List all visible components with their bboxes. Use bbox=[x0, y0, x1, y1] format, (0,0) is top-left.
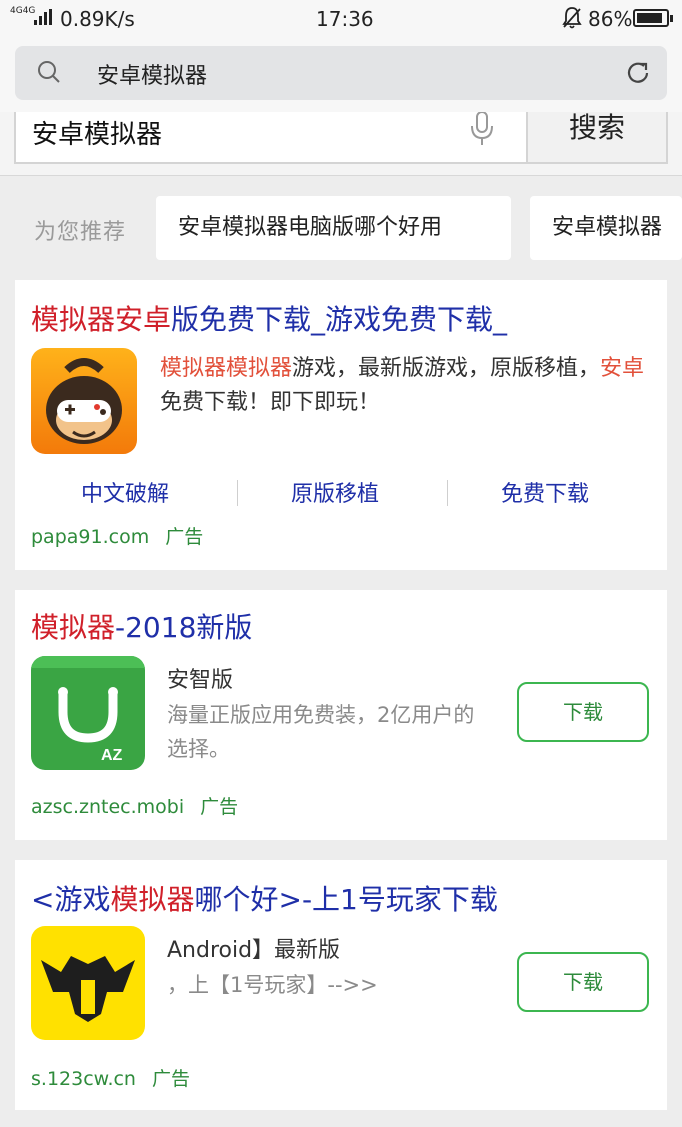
address-text: 安卓模拟器 bbox=[97, 64, 208, 89]
recommend-chip[interactable]: 安卓模拟器电脑版哪个好用 bbox=[156, 196, 511, 260]
network-indicator: 4G4G bbox=[10, 6, 36, 16]
download-button[interactable]: 下载 bbox=[517, 952, 649, 1012]
anzhi-market-app-icon[interactable]: AZ bbox=[31, 656, 145, 770]
search-bar: 安卓模拟器 搜索 bbox=[0, 112, 682, 176]
refresh-icon[interactable] bbox=[623, 58, 653, 88]
search-button[interactable]: 搜索 bbox=[528, 112, 668, 164]
ad-label: 广告 bbox=[200, 796, 239, 818]
mute-bell-icon bbox=[562, 6, 582, 35]
mic-icon[interactable] bbox=[468, 112, 496, 146]
divider bbox=[237, 480, 238, 506]
download-button[interactable]: 下载 bbox=[517, 682, 649, 742]
search-input[interactable]: 安卓模拟器 bbox=[14, 112, 528, 164]
status-bar: 4G4G 0.89K/s 17:36 86% bbox=[0, 0, 682, 40]
browser-toolbar: 安卓模拟器 bbox=[0, 40, 682, 112]
battery-percent: 86% bbox=[588, 7, 633, 31]
search-icon bbox=[38, 61, 60, 83]
app-name: Android】最新版 bbox=[167, 938, 341, 963]
svg-text:AZ: AZ bbox=[101, 747, 123, 764]
recommendations: 为您推荐 安卓模拟器电脑版哪个好用 安卓模拟器 bbox=[0, 178, 682, 276]
result-url: azsc.zntec.mobi 广告 bbox=[31, 796, 239, 818]
ad-label: 广告 bbox=[151, 1068, 190, 1090]
app-name: 安智版 bbox=[167, 668, 234, 693]
ad-label: 广告 bbox=[165, 526, 204, 548]
search-query: 安卓模拟器 bbox=[32, 120, 163, 150]
result-url: s.123cw.cn 广告 bbox=[31, 1068, 190, 1090]
result-title[interactable]: 模拟器安卓版免费下载_游戏免费下载_ bbox=[31, 298, 507, 338]
ad-result-card[interactable]: <游戏模拟器哪个好>-上1号玩家下载 Android】最新版 ，上【1号玩家】-… bbox=[15, 860, 667, 1110]
ad-result-card[interactable]: 模拟器安卓版免费下载_游戏免费下载_ 模拟器模拟器游戏，最新版游戏，原版移植，安… bbox=[15, 280, 667, 570]
battery-icon bbox=[633, 9, 673, 27]
sitelinks: 中文破解 原版移植 免费下载 bbox=[15, 476, 667, 512]
recommend-label: 为您推荐 bbox=[34, 220, 127, 245]
network-speed: 0.89K/s bbox=[60, 7, 135, 31]
address-bar[interactable]: 安卓模拟器 bbox=[15, 46, 667, 100]
recommend-chip[interactable]: 安卓模拟器 bbox=[530, 196, 682, 260]
sitelink[interactable]: 免费下载 bbox=[501, 476, 589, 508]
sitelink[interactable]: 原版移植 bbox=[291, 476, 379, 508]
app-description: 海量正版应用免费装，2亿用户的选择。 bbox=[167, 703, 475, 761]
result-title[interactable]: 模拟器-2018新版 bbox=[31, 606, 252, 646]
signal-icon bbox=[34, 9, 52, 25]
sitelink[interactable]: 中文破解 bbox=[81, 476, 169, 508]
helmet-app-icon[interactable] bbox=[31, 926, 145, 1040]
ad-result-card[interactable]: 模拟器-2018新版 AZ 安智版 海量正版应用免费装，2亿用户的选择。 下载 … bbox=[15, 590, 667, 840]
result-url: papa91.com 广告 bbox=[31, 526, 204, 548]
monkey-gamepad-app-icon[interactable] bbox=[31, 348, 137, 454]
app-description: ，上【1号玩家】-->> bbox=[167, 973, 378, 997]
result-title[interactable]: <游戏模拟器哪个好>-上1号玩家下载 bbox=[31, 878, 498, 918]
divider bbox=[447, 480, 448, 506]
clock: 17:36 bbox=[316, 7, 374, 31]
result-description: 模拟器模拟器游戏，最新版游戏，原版移植，安卓免费下载！即下即玩！ bbox=[160, 356, 645, 415]
